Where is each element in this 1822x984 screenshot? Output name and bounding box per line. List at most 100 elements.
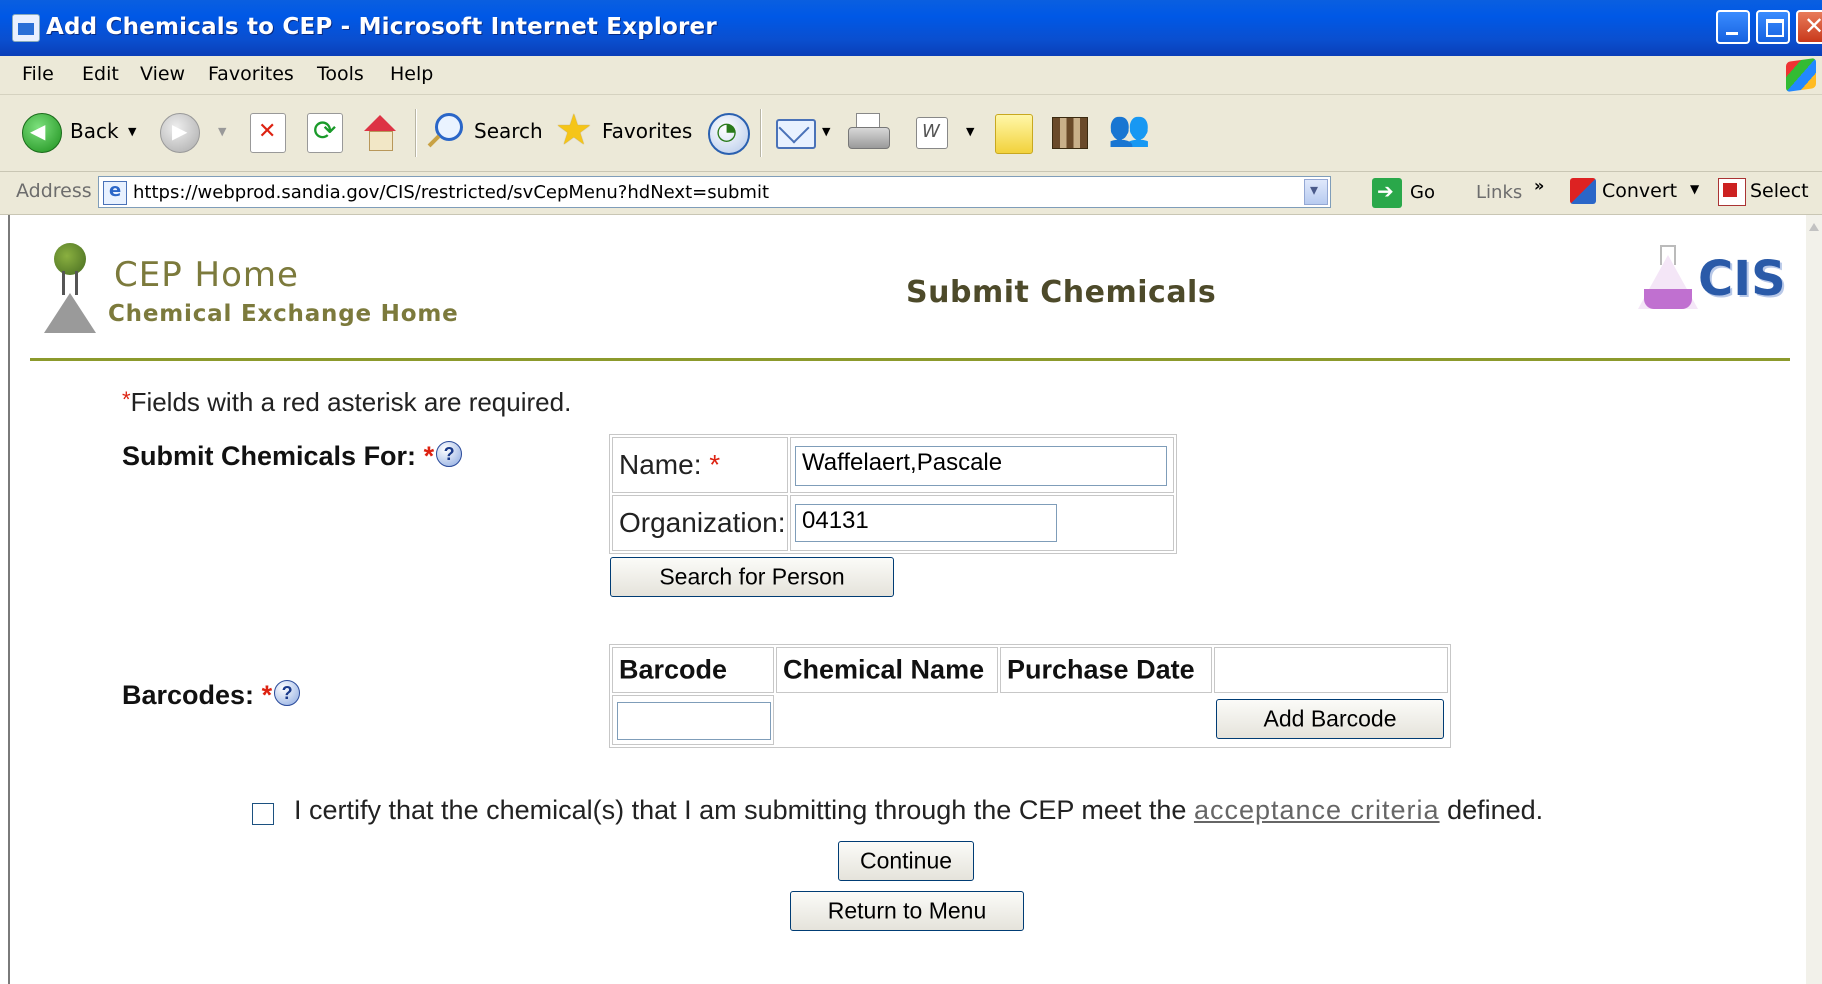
menu-favorites[interactable]: Favorites (208, 63, 294, 85)
flask-logo-icon[interactable] (40, 243, 100, 339)
name-value-cell: Waffelaert,Pascale (790, 437, 1174, 493)
messenger-icon[interactable]: 👥 (1108, 109, 1150, 149)
title-bar: Add Chemicals to CEP - Microsoft Interne… (0, 0, 1822, 56)
cep-home-link[interactable]: CEP Home (114, 255, 299, 295)
menu-tools[interactable]: Tools (317, 63, 364, 85)
back-label: Back (70, 119, 119, 143)
toolbar-separator (415, 109, 417, 157)
select-button[interactable]: Select (1750, 180, 1809, 202)
required-asterisk: * (423, 441, 435, 471)
required-asterisk: * (261, 680, 273, 710)
search-icon[interactable] (425, 113, 463, 151)
go-button[interactable]: Go (1410, 182, 1435, 203)
name-field[interactable]: Waffelaert,Pascale (795, 446, 1167, 486)
barcodes-label: Barcodes: *? (122, 680, 301, 711)
required-asterisk: * (709, 449, 721, 480)
history-icon[interactable] (708, 113, 750, 155)
mail-icon[interactable] (776, 113, 816, 151)
name-label-text: Name: (619, 449, 702, 480)
flask-neck (62, 271, 78, 295)
org-value-cell: 04131 (790, 495, 1174, 551)
ie-page-icon (12, 14, 40, 42)
purchase-date-header-cell: Purchase Date (1000, 647, 1212, 693)
menu-help[interactable]: Help (390, 63, 433, 85)
note-icon[interactable] (995, 114, 1033, 154)
required-note-text: Fields with a red asterisk are required. (130, 387, 572, 417)
barcode-input-cell (612, 695, 774, 745)
menu-bar: File Edit View Favorites Tools Help (0, 56, 1822, 95)
back-dropdown-icon[interactable]: ▼ (128, 125, 136, 138)
organization-field[interactable]: 04131 (795, 504, 1057, 542)
browser-window: Add Chemicals to CEP - Microsoft Interne… (0, 0, 1822, 984)
continue-label: Continue (859, 847, 953, 874)
barcode-header-cell: Barcode (612, 647, 774, 693)
address-label: Address (16, 180, 92, 202)
return-to-menu-button[interactable]: Return to Menu (790, 891, 1024, 931)
header-divider (30, 358, 1790, 361)
forward-dropdown-icon[interactable]: ▼ (218, 125, 226, 138)
submit-for-text: Submit Chemicals For: (122, 441, 417, 471)
address-dropdown-icon[interactable] (1304, 179, 1328, 205)
vertical-scrollbar[interactable] (1806, 215, 1822, 984)
flask-body (44, 293, 96, 333)
edit-word-icon[interactable] (916, 117, 948, 149)
print-icon[interactable] (848, 113, 890, 151)
stop-icon[interactable] (250, 113, 286, 153)
help-icon[interactable]: ? (274, 680, 301, 706)
menu-view[interactable]: View (140, 63, 185, 85)
certify-text: I certify that the chemical(s) that I am… (294, 795, 1543, 826)
return-to-menu-label: Return to Menu (827, 897, 987, 924)
acceptance-criteria-link[interactable]: acceptance criteria (1194, 795, 1440, 825)
page-icon (103, 180, 127, 205)
add-barcode-button[interactable]: Add Barcode (1216, 699, 1444, 739)
minimize-button[interactable] (1716, 10, 1750, 44)
cis-logo-text: CIS (1698, 251, 1786, 307)
cep-home-subtitle[interactable]: Chemical Exchange Home (108, 301, 458, 327)
select-icon[interactable] (1718, 178, 1746, 206)
chemical-name-column-header: Chemical Name (783, 654, 985, 685)
favorites-star-icon[interactable]: ★ (555, 105, 593, 154)
address-url[interactable]: https://webprod.sandia.gov/CIS/restricte… (133, 182, 769, 203)
address-input[interactable]: https://webprod.sandia.gov/CIS/restricte… (98, 176, 1331, 208)
certify-checkbox[interactable] (252, 803, 274, 825)
window-title: Add Chemicals to CEP - Microsoft Interne… (46, 14, 717, 40)
links-chevron-icon[interactable]: » (1534, 176, 1544, 195)
edit-dropdown-icon[interactable]: ▼ (966, 125, 974, 138)
back-icon[interactable] (22, 113, 62, 153)
forward-icon[interactable] (160, 113, 200, 153)
chemical-name-header-cell: Chemical Name (776, 647, 998, 693)
close-window-button[interactable] (1796, 10, 1822, 44)
name-label: Name: * (619, 449, 720, 481)
person-table: Name: * Waffelaert,Pascale Organization:… (609, 434, 1177, 554)
convert-button[interactable]: Convert (1602, 180, 1677, 202)
barcodes-text: Barcodes: (122, 680, 255, 710)
org-label: Organization: (619, 507, 786, 538)
page-title: Submit Chemicals (906, 275, 1217, 310)
links-label[interactable]: Links (1476, 182, 1522, 203)
mail-dropdown-icon[interactable]: ▼ (822, 125, 830, 138)
go-arrow-icon[interactable] (1372, 178, 1402, 208)
refresh-icon[interactable] (307, 113, 343, 153)
continue-button[interactable]: Continue (838, 841, 974, 881)
search-person-button[interactable]: Search for Person (610, 557, 894, 597)
menu-file[interactable]: File (22, 63, 54, 85)
help-icon[interactable]: ? (436, 441, 463, 467)
research-icon[interactable] (1050, 113, 1088, 151)
submit-for-label: Submit Chemicals For: *? (122, 441, 463, 472)
org-label-cell: Organization: (612, 495, 788, 551)
action-header-cell (1214, 647, 1448, 693)
barcode-input[interactable] (617, 702, 771, 740)
toolbar: Back ▼ ▼ Search ★ Favorites ▼ ▼ 👥 (0, 95, 1822, 172)
certify-text-after: defined. (1447, 795, 1544, 825)
restore-button[interactable] (1756, 10, 1790, 44)
home-icon[interactable] (360, 113, 400, 151)
barcode-column-header: Barcode (619, 654, 728, 685)
menu-edit[interactable]: Edit (82, 63, 119, 85)
search-person-label: Search for Person (659, 563, 845, 590)
convert-icon[interactable] (1570, 178, 1596, 204)
search-label: Search (474, 119, 543, 143)
cis-logo-icon[interactable]: CIS (1630, 245, 1800, 335)
required-asterisk: * (122, 387, 131, 412)
address-bar: Address https://webprod.sandia.gov/CIS/r… (0, 172, 1822, 215)
convert-dropdown-icon[interactable]: ▼ (1690, 182, 1699, 196)
